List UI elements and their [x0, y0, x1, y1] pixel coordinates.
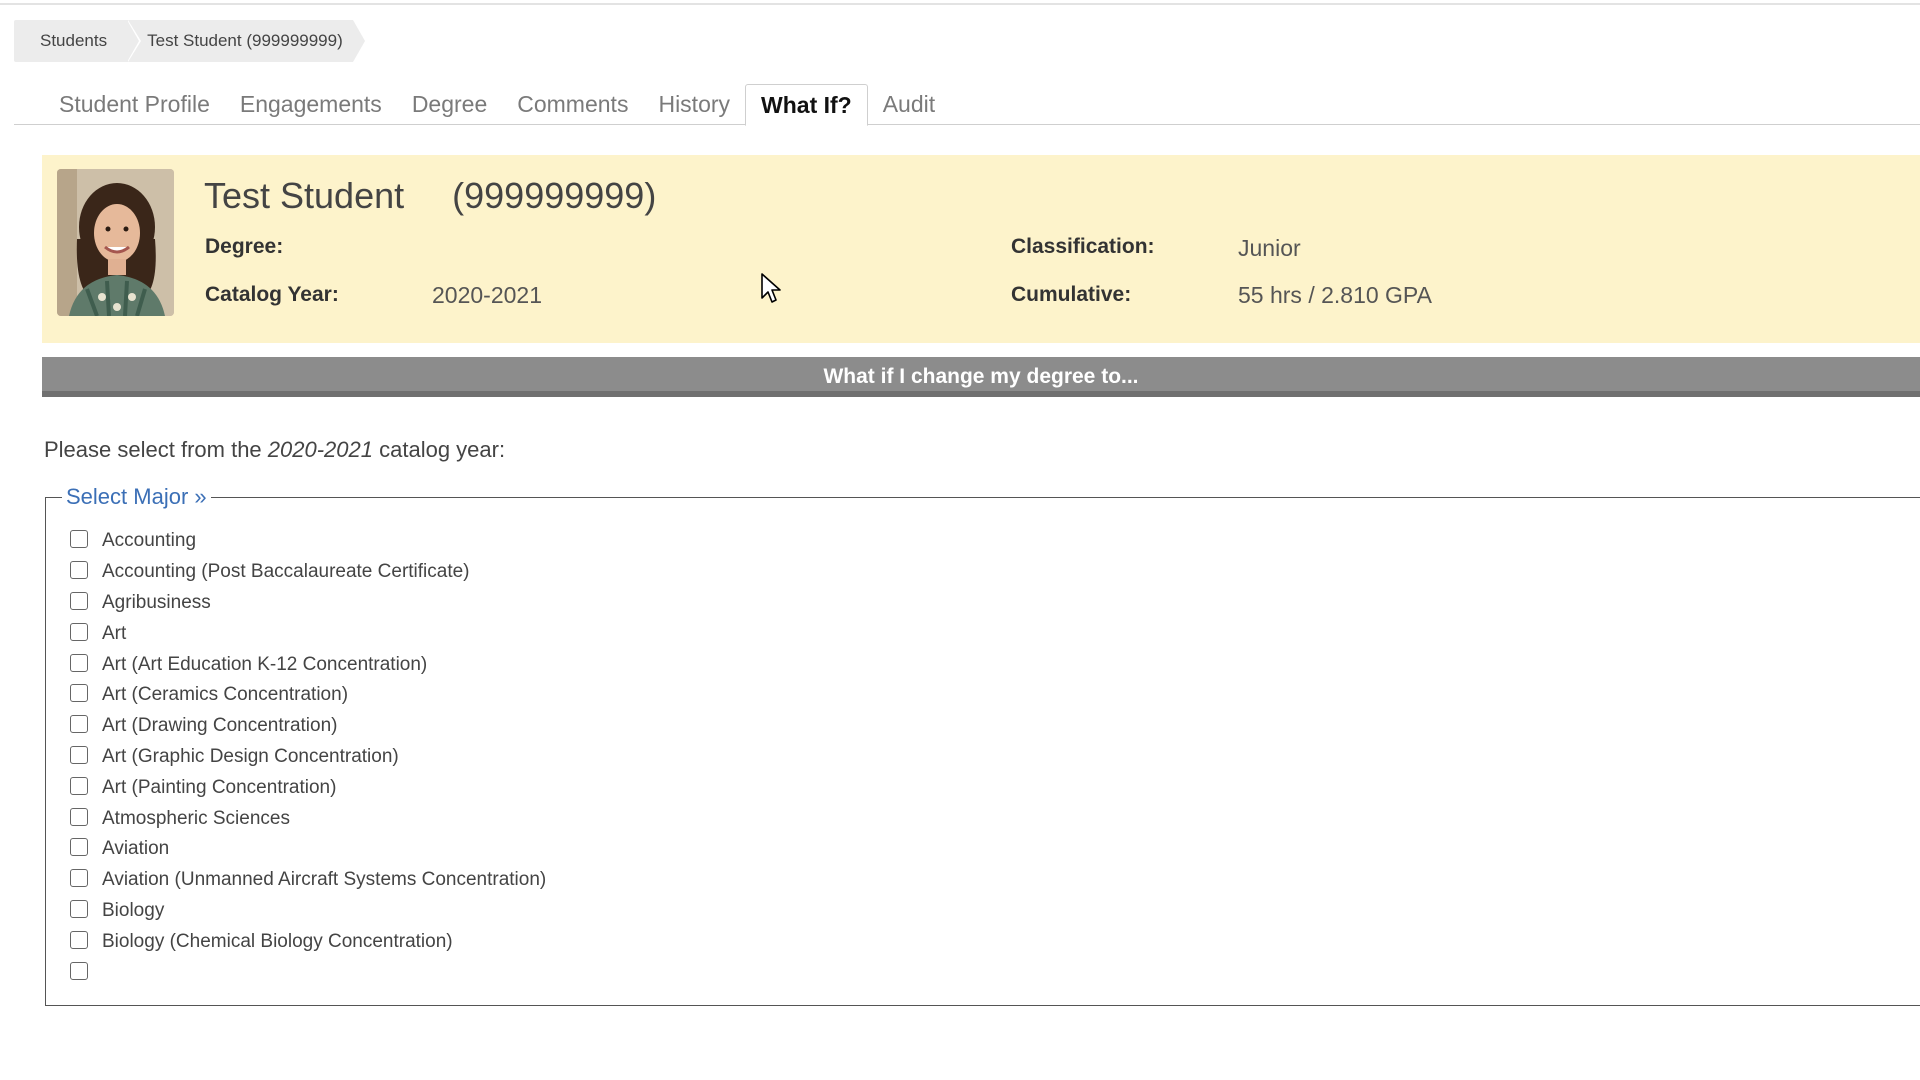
catalog-instruction: Please select from the 2020-2021 catalog…: [44, 437, 505, 463]
major-option[interactable]: Accounting (Post Baccalaureate Certifica…: [70, 557, 1870, 588]
select-major-fieldset: Select Major » Accounting Accounting (Pos…: [45, 484, 1920, 1006]
major-option[interactable]: Accounting: [70, 526, 1870, 557]
major-option[interactable]: Art (Art Education K-12 Concentration): [70, 649, 1870, 680]
major-label: Aviation (Unmanned Aircraft Systems Conc…: [102, 869, 547, 891]
student-id: (999999999): [452, 175, 657, 216]
major-checkbox[interactable]: [70, 715, 88, 734]
major-option[interactable]: Agribusiness: [70, 588, 1870, 619]
major-label: Atmospheric Sciences: [102, 807, 290, 829]
major-checkbox[interactable]: [70, 561, 88, 580]
tab-history[interactable]: History: [643, 84, 745, 125]
major-option[interactable]: Aviation (Unmanned Aircraft Systems Conc…: [70, 865, 1870, 896]
major-checkbox[interactable]: [70, 684, 88, 703]
student-photo: [57, 169, 174, 316]
tab-bar: Student Profile Engagements Degree Comme…: [14, 84, 1920, 126]
major-checkbox[interactable]: [70, 899, 88, 918]
tab-engagements[interactable]: Engagements: [225, 84, 397, 125]
major-label: Accounting: [102, 530, 197, 552]
major-option[interactable]: Art (Graphic Design Concentration): [70, 742, 1870, 773]
major-checkbox-list[interactable]: Accounting Accounting (Post Baccalaureate…: [70, 526, 1870, 984]
major-option[interactable]: Art: [70, 618, 1870, 649]
major-label: Agribusiness: [102, 591, 211, 613]
major-checkbox[interactable]: [70, 838, 88, 857]
instruction-year: 2020-2021: [267, 437, 373, 462]
breadcrumb-current-student: Test Student (999999999): [127, 20, 367, 62]
classification-value: Junior: [1238, 235, 1301, 261]
major-checkbox[interactable]: [70, 961, 88, 980]
major-option[interactable]: Aviation: [70, 834, 1870, 865]
major-option[interactable]: Biology: [70, 896, 1870, 927]
top-rule: [0, 0, 1920, 5]
student-profile-panel: Test Student (999999999) Degree: Catalog …: [42, 155, 1920, 343]
major-label: Art (Painting Concentration): [102, 776, 337, 798]
major-option[interactable]: Art (Drawing Concentration): [70, 711, 1870, 742]
instruction-prefix: Please select from the: [44, 437, 268, 462]
degree-label: Degree:: [205, 235, 284, 258]
student-name-heading: Test Student (999999999): [204, 175, 656, 217]
breadcrumb: Students Test Student (999999999): [14, 20, 367, 62]
major-option[interactable]: Art (Ceramics Concentration): [70, 680, 1870, 711]
mouse-cursor-icon: [761, 273, 781, 303]
major-label: Art (Graphic Design Concentration): [102, 745, 399, 767]
major-label: Biology: [102, 899, 165, 921]
tab-audit[interactable]: Audit: [868, 84, 950, 125]
select-major-link[interactable]: Select Major »: [62, 484, 211, 510]
major-label: Biology (Chemical Biology Concentration): [102, 930, 453, 952]
major-label: Art: [102, 622, 127, 644]
instruction-suffix: catalog year:: [373, 437, 506, 462]
major-checkbox[interactable]: [70, 591, 88, 610]
tab-comments[interactable]: Comments: [502, 84, 643, 125]
major-checkbox[interactable]: [70, 653, 88, 672]
major-checkbox[interactable]: [70, 745, 88, 764]
catalog-year-value: 2020-2021: [432, 282, 542, 308]
major-checkbox[interactable]: [70, 622, 88, 641]
what-if-header-bar: What if I change my degree to...: [42, 357, 1920, 397]
major-checkbox[interactable]: [70, 869, 88, 888]
classification-label: Classification:: [1011, 235, 1155, 258]
tab-degree[interactable]: Degree: [397, 84, 502, 125]
major-option[interactable]: Art (Painting Concentration): [70, 772, 1870, 803]
major-option[interactable]: Biology (Chemical Biology Concentration): [70, 926, 1870, 957]
major-label: Aviation: [102, 838, 170, 860]
major-label: Art (Art Education K-12 Concentration): [102, 653, 428, 675]
cumulative-label: Cumulative:: [1011, 283, 1132, 306]
major-label: Accounting (Post Baccalaureate Certifica…: [102, 561, 470, 583]
major-option[interactable]: Atmospheric Sciences: [70, 803, 1870, 834]
major-option-partial[interactable]: [70, 957, 1870, 984]
major-checkbox[interactable]: [70, 530, 88, 549]
major-label: Art (Ceramics Concentration): [102, 684, 349, 706]
breadcrumb-students[interactable]: Students: [14, 20, 142, 62]
catalog-year-label: Catalog Year:: [205, 283, 339, 306]
major-checkbox[interactable]: [70, 807, 88, 826]
student-name: Test Student: [204, 175, 405, 216]
major-label: Art (Drawing Concentration): [102, 715, 338, 737]
tab-student-profile[interactable]: Student Profile: [44, 84, 225, 125]
major-checkbox[interactable]: [70, 776, 88, 795]
cumulative-value: 55 hrs / 2.810 GPA: [1238, 282, 1432, 308]
tab-what-if[interactable]: What If?: [745, 84, 868, 126]
major-checkbox[interactable]: [70, 930, 88, 949]
